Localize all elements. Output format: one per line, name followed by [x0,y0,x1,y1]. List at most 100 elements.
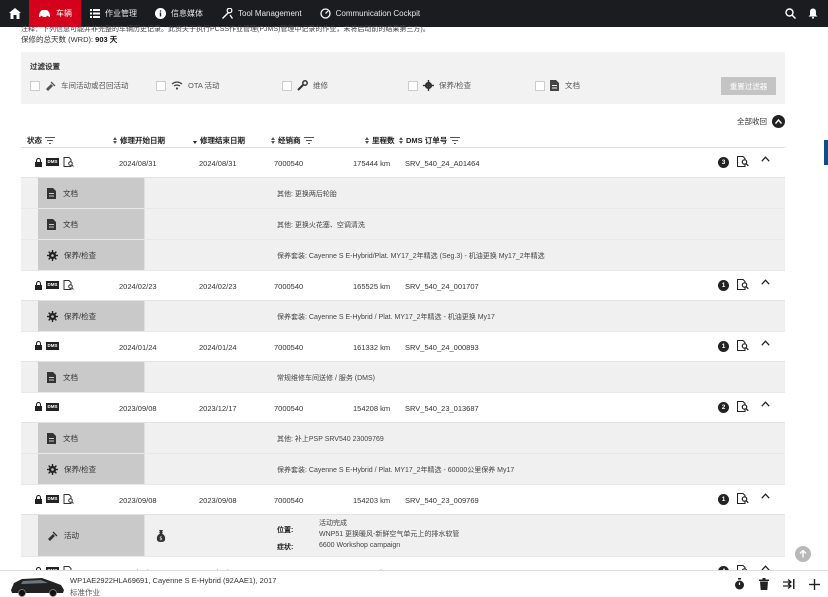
filter-icon[interactable] [45,137,55,144]
detail-divider [144,301,145,331]
repair-start-date: 2023/09/08 [119,404,157,413]
nav-tab-info-media[interactable]: 信息媒体 [146,0,212,27]
filter-panel: 过滤设置 车间活动或召回活动 OTA 活动 维修 保养/检查 文档 重置过滤器 [21,52,785,104]
timer-icon[interactable] [734,578,745,590]
search-doc-icon[interactable] [737,401,749,412]
column-dms-order[interactable]: DMS 订单号 [399,135,461,146]
nav-tab-communication-cockpit[interactable]: Communication Cockpit [311,0,429,27]
location-label: 位置: [277,527,294,534]
tools-icon [222,8,233,19]
nav-tab-vehicle[interactable]: 车辆 [29,0,81,27]
mileage: 175444 km [353,159,391,168]
nav-tab-label: 作业管理 [105,9,137,18]
column-status[interactable]: 状态 [27,135,55,146]
filter-document[interactable]: 文档 [535,80,580,91]
search-doc-icon[interactable] [737,279,749,290]
transfer-icon[interactable] [783,579,795,589]
column-label: 经销商 [278,136,301,145]
home-icon [8,8,21,19]
mileage: 154208 km [353,404,391,413]
location-line: WNP51 更换暖风-新鲜空气单元上的排水软管 [319,531,460,538]
status-icons: DMS [35,494,74,504]
checkbox[interactable] [156,80,166,91]
detail-type: 文档 [38,209,144,239]
dms-badge-icon: DMS [46,495,59,503]
detail-type-label: 保养/检查 [64,311,97,321]
dealer-code: 7000540 [274,496,304,505]
detail-type-label: 保养/检查 [64,250,97,260]
dealer-code: 7000540 [274,343,304,352]
table-row[interactable]: DMS 2023/09/08 2023/09/08 7000540 154203 km S… [21,485,785,515]
table-header: 状态 修理开始日期 修理结束日期 经销商 里程数 DMS 订单号 [21,131,785,148]
checkbox[interactable] [408,80,418,91]
dms-order-number: SRV_540_23_009769 [405,496,479,505]
detail-type-label: 活动 [64,531,79,540]
dms-order-number: SRV_540_23_013687 [405,404,479,413]
search-doc-icon[interactable] [737,156,749,167]
symptom-label: 症状: [277,544,294,551]
column-mileage[interactable]: 里程数 [365,135,395,146]
reset-filter-button[interactable]: 重置过滤器 [721,77,776,95]
repair-end-date: 2023/09/08 [199,496,237,505]
detail-divider [144,240,145,270]
repair-end-date: 2023/12/17 [199,404,237,413]
collapse-all-button[interactable]: 全部收回 [737,115,785,128]
table-row[interactable]: DMS 2023/09/08 2023/12/17 7000540 154208 km S… [21,393,785,423]
symptom-value: 6600 Workshop campaign [319,542,401,549]
filter-repair[interactable]: 维修 [282,80,328,91]
home-button[interactable] [0,0,29,27]
entry-count-badge: 1 [718,341,729,352]
chevron-up-icon[interactable] [761,340,770,346]
lock-icon [35,157,42,167]
repair-end-date: 2024/01/24 [199,343,237,352]
dms-badge-icon: DMS [46,402,59,411]
search-doc-icon[interactable] [737,340,749,351]
table-row[interactable]: DMS 2024/01/24 2024/01/24 7000540 161332 km S… [21,332,785,362]
column-repair-start[interactable]: 修理开始日期 [113,135,165,146]
filter-icon[interactable] [303,137,314,144]
chevron-up-icon[interactable] [761,493,770,499]
scroll-to-top-button[interactable] [795,546,811,562]
detail-description: 常规维修车间送修 / 服务 (DMS) [277,375,375,382]
sort-icon [271,137,275,144]
filter-workshop-campaign[interactable]: 车间活动或召回活动 [30,80,129,91]
checkbox[interactable] [282,80,292,91]
search-icon[interactable] [785,8,796,19]
chevron-up-icon[interactable] [761,401,770,407]
warranty-days-value: 903 天 [95,35,118,44]
detail-row: 文档 其他: 补上PSP SRV540 23009769 [21,423,785,454]
detail-divider [144,423,145,453]
nav-tab-tool-management[interactable]: Tool Management [212,0,311,27]
column-dealer[interactable]: 经销商 [271,135,314,146]
trash-icon[interactable] [759,578,769,590]
filter-ota-campaign[interactable]: OTA 活动 [156,80,220,91]
table-row[interactable]: DMS 2024/02/23 2024/02/23 7000540 165525 km S… [21,271,785,301]
add-icon[interactable] [809,578,820,590]
cockpit-icon [319,8,331,19]
doc-scan-icon [63,494,74,504]
checkbox[interactable] [30,80,40,91]
detail-type: 文档 [38,362,144,392]
lock-icon [35,341,42,350]
status-icons: DMS [35,157,74,167]
disclaimer-note: 注释：下列信息可能并非完整的车辆历史记录。此资关于执行PCSS作业管理(PJMS… [21,26,430,33]
filter-maintenance[interactable]: 保养/检查 [408,80,471,91]
filter-title: 过滤设置 [30,62,60,71]
repair-start-date: 2024/02/23 [119,282,157,291]
sort-desc-icon [193,141,197,144]
chevron-up-icon[interactable] [761,156,770,162]
filter-icon[interactable] [450,137,461,144]
search-doc-icon[interactable] [737,493,749,504]
checkbox[interactable] [535,80,545,91]
table-row[interactable]: DMS 2024/08/31 2024/08/31 7000540 175444 km S… [21,148,785,178]
doc-scan-icon [63,157,74,167]
gear-icon [47,463,58,475]
entry-count-badge: 1 [718,494,729,505]
nav-tab-job-management[interactable]: 作业管理 [81,0,146,27]
column-repair-end[interactable]: 修理结束日期 [193,135,245,146]
document-icon [47,218,57,230]
notification-bell-icon[interactable] [808,8,818,19]
column-label: 状态 [27,136,42,145]
chevron-up-icon[interactable] [761,279,770,285]
side-panel-tab[interactable] [824,140,828,165]
